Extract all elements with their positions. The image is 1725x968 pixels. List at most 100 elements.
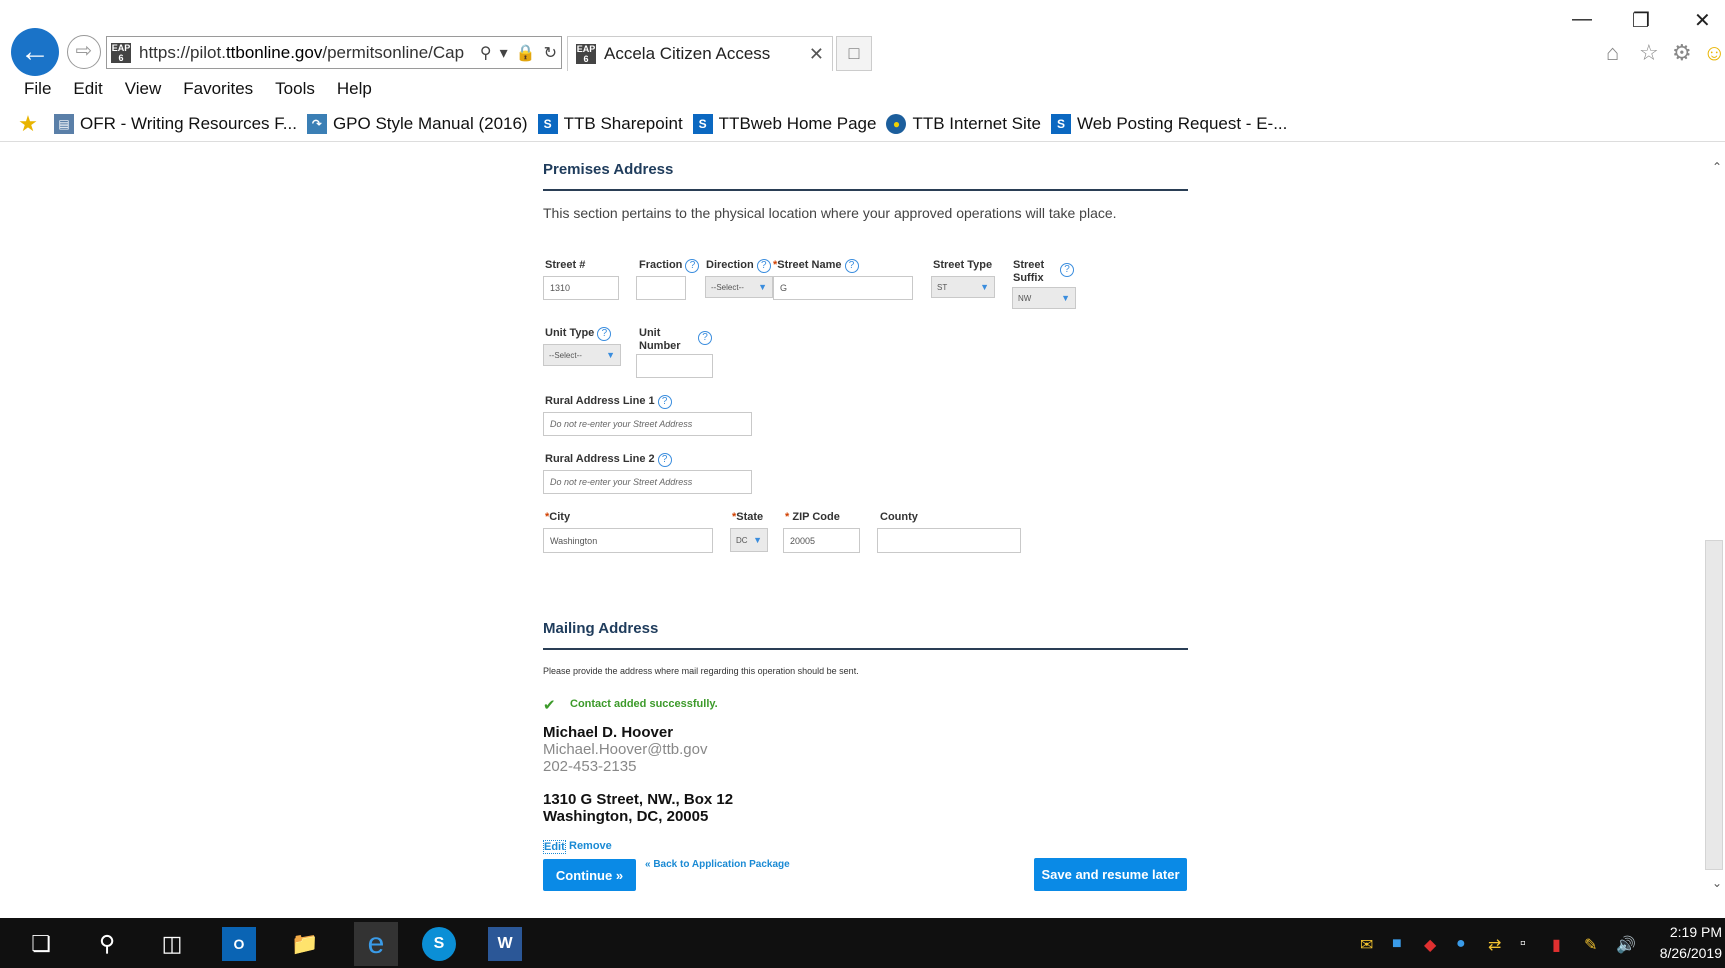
back-button[interactable]: ← bbox=[11, 28, 59, 76]
remove-contact-link[interactable]: Remove bbox=[569, 840, 612, 852]
volume-icon[interactable]: 🔊 bbox=[1616, 935, 1636, 955]
search-icon[interactable]: ⚲ bbox=[480, 43, 492, 63]
system-clock[interactable]: 2:19 PM 8/26/2019 bbox=[1652, 922, 1722, 964]
favorite-link-ttbweb[interactable]: S TTBweb Home Page bbox=[692, 113, 876, 134]
sync-tray-icon[interactable]: ⇄ bbox=[1488, 935, 1501, 955]
street-type-label: Street Type bbox=[933, 259, 993, 271]
street-no-label: Street # bbox=[545, 259, 586, 271]
street-suffix-select[interactable]: NW ▼ bbox=[1012, 287, 1076, 309]
street-name-input[interactable]: G bbox=[773, 276, 913, 300]
state-label: *State bbox=[732, 511, 764, 523]
lock-icon[interactable]: 🔒 bbox=[516, 43, 536, 63]
document-icon: ▤ bbox=[54, 113, 74, 134]
battery-tray-icon[interactable]: ▮ bbox=[1552, 935, 1561, 955]
close-window-icon[interactable]: ✕ bbox=[1694, 8, 1711, 33]
ttb-seal-icon: ● bbox=[886, 113, 907, 134]
refresh-icon[interactable]: ↻ bbox=[544, 43, 557, 63]
zip-input[interactable]: 20005 bbox=[783, 528, 860, 553]
restore-icon[interactable]: ❐ bbox=[1632, 8, 1650, 33]
edit-contact-link[interactable]: Edit bbox=[543, 840, 566, 854]
success-check-icon: ✔ bbox=[543, 697, 556, 714]
help-icon[interactable]: ? bbox=[756, 259, 771, 273]
home-icon[interactable]: ⌂ bbox=[1606, 40, 1619, 66]
menu-view[interactable]: View bbox=[125, 79, 162, 99]
outlook-icon[interactable]: O bbox=[222, 927, 256, 961]
county-input[interactable] bbox=[877, 528, 1021, 553]
internet-explorer-icon[interactable]: e bbox=[354, 922, 398, 966]
close-tab-icon[interactable]: ✕ bbox=[809, 44, 824, 65]
help-icon[interactable]: ? bbox=[597, 327, 612, 341]
usb-tray-icon[interactable]: ▫ bbox=[1520, 935, 1526, 953]
favorite-link-ttb-sharepoint[interactable]: S TTB Sharepoint bbox=[537, 113, 683, 134]
mailing-title: Mailing Address bbox=[543, 620, 659, 637]
state-select[interactable]: DC ▼ bbox=[730, 528, 768, 552]
help-icon[interactable]: ? bbox=[685, 259, 700, 273]
outlook-tray-icon[interactable]: ■ bbox=[1392, 935, 1402, 953]
city-input[interactable]: Washington bbox=[543, 528, 713, 553]
scroll-down-icon[interactable]: ⌄ bbox=[1712, 876, 1722, 890]
mcafee-tray-icon[interactable]: ◆ bbox=[1424, 935, 1436, 955]
file-explorer-icon[interactable]: 📁 bbox=[288, 927, 322, 961]
unit-number-input[interactable] bbox=[636, 354, 713, 378]
help-icon[interactable]: ? bbox=[1060, 263, 1074, 277]
scrollbar-thumb[interactable] bbox=[1705, 540, 1723, 870]
favorite-link-web-posting[interactable]: S Web Posting Request - E-... bbox=[1050, 113, 1287, 134]
notes-tray-icon[interactable]: ✎ bbox=[1584, 935, 1597, 955]
skype-tray-icon[interactable]: ● bbox=[1456, 935, 1466, 953]
tab-accela[interactable]: EAP 6 Accela Citizen Access ✕ bbox=[567, 36, 833, 71]
help-icon[interactable]: ? bbox=[657, 395, 672, 409]
street-type-select[interactable]: ST ▼ bbox=[931, 276, 995, 298]
premises-divider bbox=[543, 189, 1188, 191]
street-name-label: *Street Name ? bbox=[773, 259, 859, 273]
gpo-icon: ↷ bbox=[306, 113, 327, 134]
help-icon[interactable]: ? bbox=[698, 331, 712, 345]
favorite-link-ofr[interactable]: ▤ OFR - Writing Resources F... bbox=[54, 113, 297, 134]
street-no-input[interactable]: 1310 bbox=[543, 276, 619, 300]
page-content bbox=[10, 143, 1725, 918]
settings-gear-icon[interactable]: ⚙ bbox=[1672, 40, 1692, 66]
new-tab-button[interactable]: □ bbox=[836, 36, 872, 71]
scroll-up-icon[interactable]: ⌃ bbox=[1712, 160, 1722, 174]
unit-type-label: Unit Type ? bbox=[545, 327, 612, 341]
chevron-down-icon: ▼ bbox=[980, 282, 989, 292]
rural-line2-input[interactable]: Do not re-enter your Street Address bbox=[543, 470, 752, 494]
url-text[interactable]: https://pilot.ttbonline.gov/permitsonlin… bbox=[139, 43, 476, 63]
back-to-package-link[interactable]: « Back to Application Package bbox=[645, 859, 790, 870]
favorite-link-gpo[interactable]: ↷ GPO Style Manual (2016) bbox=[306, 113, 528, 134]
task-view-icon[interactable]: ◫ bbox=[155, 927, 189, 961]
smiley-feedback-icon[interactable]: ☺ bbox=[1703, 40, 1725, 66]
help-icon[interactable]: ? bbox=[844, 259, 859, 273]
add-favorite-button[interactable]: ★ bbox=[18, 112, 44, 134]
skype-icon[interactable]: S bbox=[422, 927, 456, 961]
continue-button[interactable]: Continue » bbox=[543, 859, 636, 891]
fraction-input[interactable] bbox=[636, 276, 686, 300]
search-icon[interactable]: ⚲ bbox=[90, 927, 124, 961]
minimize-icon[interactable]: — bbox=[1572, 8, 1592, 31]
county-label: County bbox=[880, 511, 918, 523]
mail-tray-icon[interactable]: ✉ bbox=[1360, 935, 1373, 955]
premises-description: This section pertains to the physical lo… bbox=[543, 205, 1117, 221]
chevron-down-icon: ▼ bbox=[753, 535, 762, 545]
site-favicon-icon: EAP 6 bbox=[111, 42, 131, 63]
favorites-bar: ★ ▤ OFR - Writing Resources F... ↷ GPO Sty… bbox=[0, 106, 1725, 142]
unit-type-select[interactable]: --Select-- ▼ bbox=[543, 344, 621, 366]
address-bar[interactable]: EAP 6 https://pilot.ttbonline.gov/permit… bbox=[106, 36, 562, 69]
save-resume-button[interactable]: Save and resume later bbox=[1034, 858, 1187, 891]
menu-edit[interactable]: Edit bbox=[73, 79, 102, 99]
rural-line1-input[interactable]: Do not re-enter your Street Address bbox=[543, 412, 752, 436]
menu-file[interactable]: File bbox=[24, 79, 51, 99]
windows-start-icon[interactable]: ❏ bbox=[24, 927, 58, 961]
forward-button[interactable]: ⇨ bbox=[67, 35, 101, 69]
direction-select[interactable]: --Select-- ▼ bbox=[705, 276, 773, 298]
favorite-link-ttb-internet[interactable]: ● TTB Internet Site bbox=[886, 113, 1041, 134]
success-message: Contact added successfully. bbox=[570, 698, 718, 710]
dropdown-icon[interactable]: ▾ bbox=[500, 43, 508, 63]
menu-help[interactable]: Help bbox=[337, 79, 372, 99]
mailing-address-line2: Washington, DC, 20005 bbox=[543, 808, 709, 825]
word-icon[interactable]: W bbox=[488, 927, 522, 961]
help-icon[interactable]: ? bbox=[657, 453, 672, 467]
menu-tools[interactable]: Tools bbox=[275, 79, 315, 99]
favorites-star-icon[interactable]: ☆ bbox=[1639, 40, 1659, 66]
menu-favorites[interactable]: Favorites bbox=[183, 79, 253, 99]
premises-title: Premises Address bbox=[543, 161, 674, 178]
